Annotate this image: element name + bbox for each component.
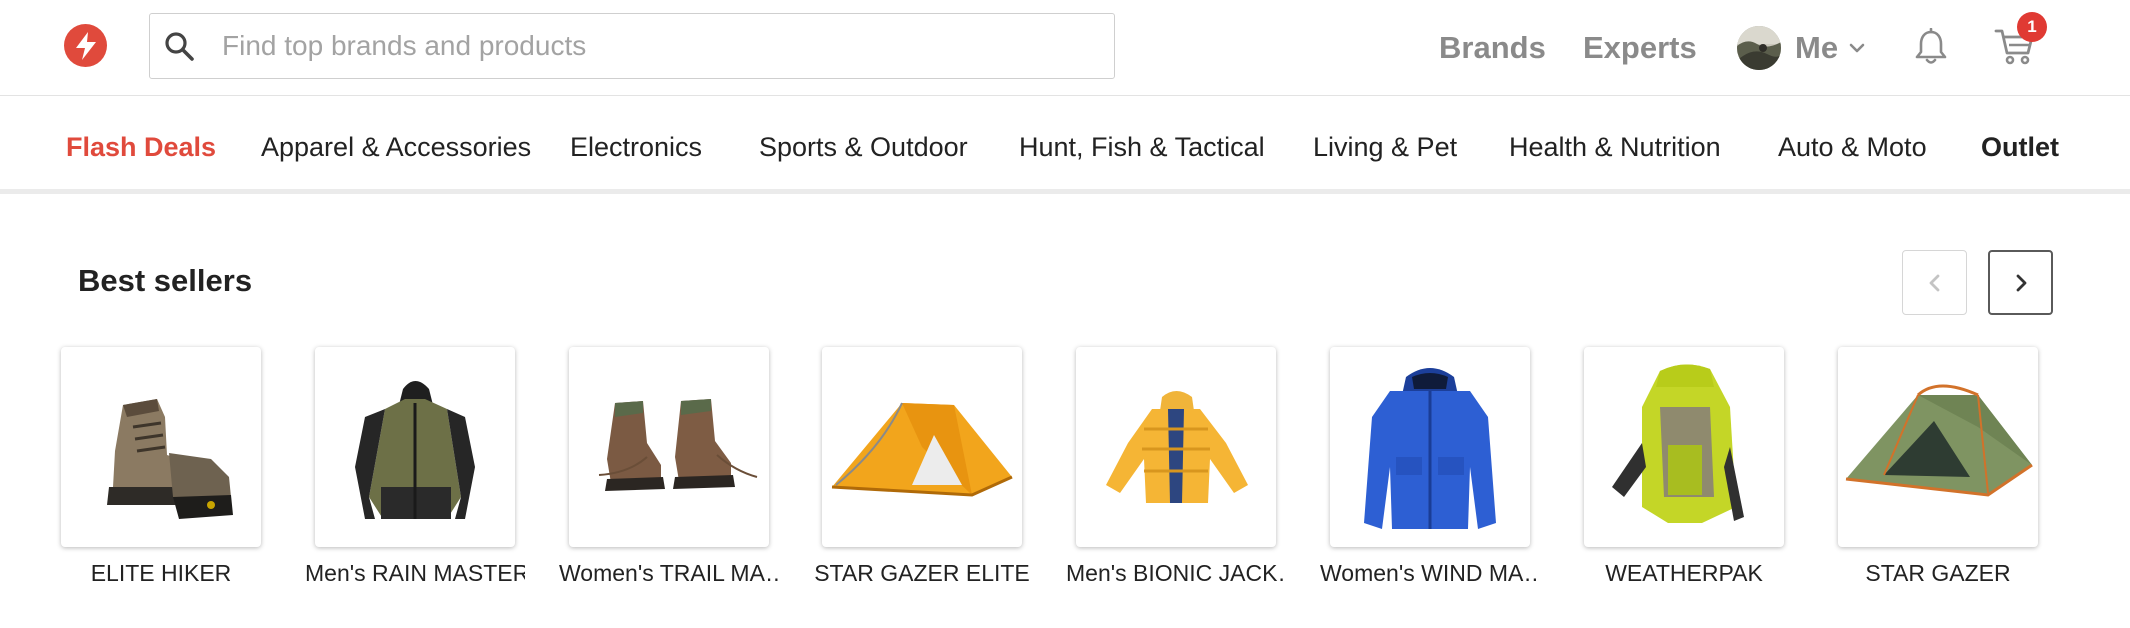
- hiking-boot-icon: [107, 399, 233, 519]
- avatar: [1737, 26, 1781, 70]
- category-living-pet[interactable]: Living & Pet: [1313, 130, 1457, 164]
- lightning-logo-icon[interactable]: [64, 24, 107, 67]
- product-label[interactable]: ELITE HIKER: [51, 560, 271, 587]
- bell-icon[interactable]: [1914, 28, 1948, 66]
- category-sports-outdoor[interactable]: Sports & Outdoor: [759, 130, 968, 164]
- brands-link[interactable]: Brands: [1439, 28, 1546, 68]
- product-label[interactable]: Women's WIND MA…: [1320, 560, 1540, 587]
- product-label[interactable]: STAR GAZER ELITE: [812, 560, 1032, 587]
- category-apparel-accessories[interactable]: Apparel & Accessories: [261, 130, 531, 164]
- product-label[interactable]: STAR GAZER: [1828, 560, 2048, 587]
- product-card[interactable]: [569, 347, 769, 547]
- product-label[interactable]: Women's TRAIL MA…: [559, 560, 779, 587]
- category-nav: Flash Deals Apparel & Accessories Electr…: [0, 96, 2130, 194]
- product-label[interactable]: WEATHERPAK: [1574, 560, 1794, 587]
- product-label[interactable]: Men's BIONIC JACK…: [1066, 560, 1286, 587]
- section-title: Best sellers: [78, 263, 253, 298]
- search-input[interactable]: [222, 24, 1092, 68]
- category-outlet[interactable]: Outlet: [1981, 130, 2059, 164]
- product-card[interactable]: [1330, 347, 1530, 547]
- category-auto-moto[interactable]: Auto & Moto: [1778, 130, 1927, 164]
- tent-icon: [831, 402, 1013, 497]
- experts-link[interactable]: Experts: [1583, 28, 1697, 68]
- category-electronics[interactable]: Electronics: [570, 130, 702, 164]
- cart-count-badge: 1: [2017, 12, 2047, 42]
- product-label[interactable]: Men's RAIN MASTER: [305, 560, 525, 587]
- trail-boots-icon: [598, 399, 758, 491]
- tent-icon: [1845, 384, 2033, 497]
- category-health-nutrition[interactable]: Health & Nutrition: [1509, 130, 1721, 164]
- category-hunt-fish-tactical[interactable]: Hunt, Fish & Tactical: [1019, 130, 1265, 164]
- backpack-icon: [1612, 364, 1744, 523]
- product-card[interactable]: [315, 347, 515, 547]
- product-card[interactable]: [822, 347, 1022, 547]
- search-bar: [149, 13, 1115, 79]
- product-card[interactable]: [1584, 347, 1784, 547]
- carousel-prev-button[interactable]: [1902, 250, 1967, 315]
- puffer-jacket-icon: [1106, 391, 1248, 503]
- product-card[interactable]: [1838, 347, 2038, 547]
- category-flash-deals[interactable]: Flash Deals: [66, 130, 216, 164]
- parka-icon: [1364, 368, 1496, 529]
- account-menu[interactable]: Me: [1737, 26, 1866, 70]
- carousel-next-button[interactable]: [1988, 250, 2053, 315]
- chevron-down-icon: [1849, 43, 1865, 53]
- rain-jacket-icon: [355, 381, 475, 519]
- product-card[interactable]: [61, 347, 261, 547]
- product-card[interactable]: [1076, 347, 1276, 547]
- chevron-left-icon: [1929, 274, 1939, 291]
- top-header: Brands Experts Me 1: [0, 0, 2130, 96]
- chevron-right-icon: [2016, 274, 2026, 291]
- me-label: Me: [1795, 30, 1839, 65]
- search-icon[interactable]: [163, 30, 197, 64]
